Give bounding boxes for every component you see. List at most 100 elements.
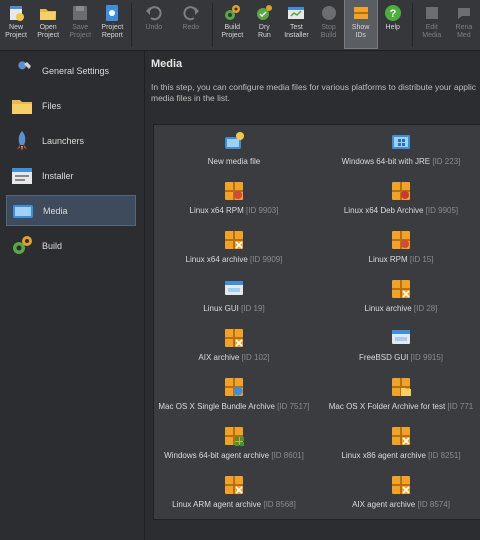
tar-archive-icon (390, 474, 412, 496)
dry-run-icon (257, 5, 273, 20)
media-item[interactable]: FreeBSD GUI [ID 9915] (321, 327, 480, 371)
media-item[interactable]: Linux archive [ID 28] (321, 278, 480, 322)
open-project-label: Open Project (37, 24, 60, 39)
rocket-icon (17, 130, 27, 151)
media-id: [ID 9909] (250, 255, 283, 264)
media-item[interactable]: Linux GUI [ID 19] (154, 278, 314, 322)
media-item[interactable]: Linux ARM agent archive [ID 8568] (154, 474, 314, 518)
undo-label: Undo (145, 24, 163, 31)
media-name: Linux x64 archive (185, 255, 248, 264)
open-project-button[interactable]: Open Project (32, 0, 64, 48)
media-item[interactable]: Linux x64 Deb Archive [ID 9905] (321, 180, 480, 224)
save-project-label: Save Project (69, 24, 92, 39)
rpm-archive-icon (223, 180, 245, 202)
media-name: AIX agent archive (352, 500, 416, 509)
sidebar-item-label: Installer (42, 170, 74, 181)
media-id: [ID 7517] (277, 402, 310, 411)
new-project-icon (10, 6, 25, 21)
edit-media-button[interactable]: Edit Media (416, 0, 448, 48)
tar-archive-icon (390, 425, 412, 447)
media-item[interactable]: AIX archive [ID 102] (154, 327, 314, 371)
media-id: [ID 8601] (271, 451, 304, 460)
undo-icon (145, 6, 162, 21)
rename-media-label: Rena Med (455, 24, 473, 39)
media-name: Linux GUI (203, 304, 239, 313)
tar-archive-icon (223, 327, 245, 349)
sidebar-item-general-settings[interactable]: General Settings (6, 55, 136, 86)
show-ids-icon (353, 7, 368, 19)
deb-archive-icon (390, 180, 412, 202)
stop-build-button[interactable]: Stop Build (313, 0, 345, 48)
project-report-button[interactable]: Project Report (96, 0, 128, 48)
media-item[interactable]: Windows 64-bit with JRE [ID 223] (321, 131, 480, 175)
report-icon (106, 5, 119, 21)
installer-icon (12, 167, 32, 184)
sidebar-item-media[interactable]: Media (6, 195, 136, 226)
description-line: In this step, you can configure media fi… (151, 82, 477, 92)
media-item[interactable]: Linux RPM [ID 15] (321, 229, 480, 273)
media-name: Linux x86 agent archive (341, 451, 426, 460)
open-folder-icon (40, 9, 57, 20)
media-item[interactable]: Linux x64 archive [ID 9909] (154, 229, 314, 273)
sidebar-item-files[interactable]: Files (6, 90, 136, 121)
toolbar: New Project Open Project Save Project Pr… (0, 0, 480, 51)
media-id: [ID 223] (432, 157, 461, 166)
media-icon (13, 204, 33, 218)
media-id: [ID 9915] (410, 353, 444, 362)
sidebar-item-launchers[interactable]: Launchers (6, 125, 136, 156)
stop-build-label: Stop Build (320, 24, 337, 39)
rename-media-button[interactable]: Rena Med (448, 0, 480, 48)
show-ids-label: Show IDs (351, 24, 370, 39)
edit-media-label: Edit Media (422, 24, 442, 39)
page-title: Media (151, 58, 183, 70)
media-id: [ID 8251] (428, 451, 461, 460)
redo-button[interactable]: Redo (172, 0, 209, 48)
svg-text:?: ? (389, 8, 396, 20)
sidebar-item-installer[interactable]: Installer (6, 160, 136, 191)
media-name: Linux ARM agent archive (172, 500, 262, 509)
media-item[interactable]: Mac OS X Folder Archive for test [ID 771 (321, 376, 480, 420)
build-project-button[interactable]: Build Project (216, 0, 248, 48)
project-report-label: Project Report (101, 24, 124, 39)
media-id: [ID 9903] (246, 206, 279, 215)
test-installer-button[interactable]: Test Installer (280, 0, 312, 48)
media-id: [ID 9905] (425, 206, 459, 215)
new-project-button[interactable]: New Project (0, 0, 32, 48)
page-description: In this step, you can configure media fi… (151, 82, 480, 104)
undo-button[interactable]: Undo (135, 0, 172, 48)
linux-gui-icon (392, 330, 410, 344)
rpm-archive-icon (390, 229, 412, 251)
sidebar-item-label: Launchers (42, 135, 85, 146)
test-installer-icon (288, 7, 305, 19)
show-ids-toggle[interactable]: Show IDs (343, 0, 378, 49)
description-line: media files in the list. (151, 93, 230, 103)
media-item[interactable]: AIX agent archive [ID 8574] (321, 474, 480, 518)
save-icon (73, 6, 88, 20)
media-item[interactable]: Windows 64-bit agent archive [ID 8601] (154, 425, 314, 469)
media-name: FreeBSD GUI (358, 353, 409, 362)
help-label: Help (385, 24, 400, 31)
media-item[interactable]: Linux x86 agent archive [ID 8251] (321, 425, 480, 469)
media-name: Linux archive (364, 304, 412, 313)
toolbar-separator (131, 3, 133, 47)
redo-label: Redo (182, 24, 200, 31)
main-content: Media In this step, you can configure me… (145, 51, 480, 540)
gears-icon (13, 235, 32, 254)
dry-run-label: Dry Run (257, 24, 271, 39)
sidebar-item-label: Media (43, 205, 68, 216)
media-item[interactable]: Mac OS X Single Bundle Archive [ID 7517] (154, 376, 314, 420)
media-name: Linux RPM (368, 255, 408, 264)
sidebar: General Settings Files Launchers Install… (0, 51, 145, 540)
media-id: [ID 28] (413, 304, 438, 313)
help-button[interactable]: ? Help (377, 0, 409, 48)
test-installer-label: Test Installer (284, 24, 309, 39)
media-item-new[interactable]: New media file (154, 131, 314, 175)
dry-run-button[interactable]: Dry Run (248, 0, 280, 48)
save-project-button[interactable]: Save Project (64, 0, 96, 48)
media-list[interactable]: New media file Windows 64-bit with JRE [… (153, 124, 480, 520)
windows-media-icon (392, 135, 410, 149)
media-name: Windows 64-bit with JRE (341, 157, 431, 166)
media-id: [ID 102] (241, 353, 270, 362)
sidebar-item-build[interactable]: Build (6, 230, 136, 261)
media-item[interactable]: Linux x64 RPM [ID 9903] (154, 180, 314, 224)
